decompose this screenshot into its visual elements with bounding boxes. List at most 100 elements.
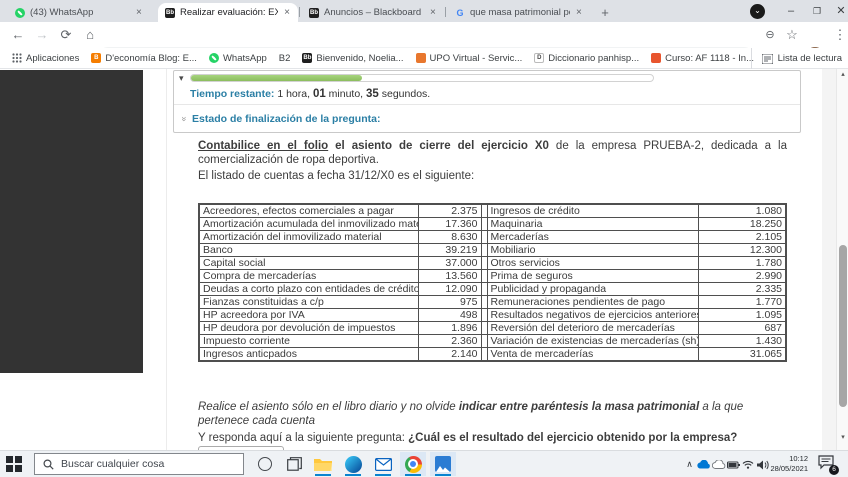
start-button[interactable] (6, 456, 22, 472)
cortana-button[interactable] (258, 457, 272, 471)
photos-button[interactable] (430, 452, 456, 476)
account-name-cell: Variación de existencias de mercaderías … (487, 335, 698, 348)
account-name-cell: Compra de mercaderías (199, 270, 418, 283)
final-question-prefix: Y responda aquí a la siguiente pregunta: (198, 432, 408, 444)
chrome-menu-icon[interactable]: ⋮ (830, 25, 848, 45)
apps-shortcut[interactable]: Aplicaciones (8, 51, 83, 66)
time-hours: 1 hora, (274, 88, 313, 100)
notification-center-button[interactable]: 6 (818, 455, 836, 473)
mail-button[interactable] (370, 452, 396, 476)
new-tab-button[interactable]: + (596, 4, 614, 22)
reading-list-button[interactable]: Lista de lectura (751, 48, 842, 69)
date-text: 28/05/2021 (764, 464, 808, 474)
time-progress-bar (190, 74, 654, 82)
account-name-cell: Mercaderías (487, 231, 698, 244)
account-value-cell: 2.360 (418, 335, 481, 348)
tab-close-icon[interactable]: × (575, 7, 583, 18)
account-value-cell: 2.140 (418, 348, 481, 362)
tray-expand-icon[interactable]: ∧ (682, 459, 697, 470)
time-remaining: Tiempo restante: 1 hora, 01 minuto, 35 s… (190, 88, 430, 100)
account-value-cell: 12.300 (698, 244, 786, 257)
bookmark-whatsapp[interactable]: WhatsApp (205, 51, 271, 66)
account-name-cell: Maquinaria (487, 218, 698, 231)
apps-grid-icon (12, 53, 22, 63)
onedrive-icon[interactable] (697, 460, 712, 469)
time-remaining-label: Tiempo restante: (190, 88, 274, 100)
account-value-cell: 498 (418, 309, 481, 322)
table-row: Amortización acumulada del inmovilizado … (199, 218, 786, 231)
table-row: Deudas a corto plazo con entidades de cr… (199, 283, 786, 296)
window-minimize-button[interactable]: – (778, 0, 804, 22)
forward-icon[interactable]: → (32, 25, 52, 45)
bookmark-deconomia[interactable]: B D'economía Blog: E... (87, 51, 201, 66)
page-content: ▾ Tiempo restante: 1 hora, 01 minuto, 35… (0, 69, 848, 450)
account-value-cell: 17.360 (418, 218, 481, 231)
account-name-cell: Amortización del inmovilizado material (199, 231, 418, 244)
chrome-update-icon[interactable]: ⌄ (750, 4, 765, 19)
window-close-button[interactable]: ✕ (828, 0, 848, 22)
search-icon (43, 459, 54, 470)
tab-close-icon[interactable]: × (135, 7, 143, 18)
collapse-triangle-icon[interactable]: ▾ (179, 73, 184, 84)
time-progress-fill (191, 75, 362, 81)
course-menu-collapsed-sidebar[interactable] (0, 70, 143, 373)
time-seconds-word: segundos. (379, 88, 430, 100)
scroll-up-icon[interactable]: ▴ (837, 70, 848, 78)
statement-bold-underline: Contabilice en el folio (198, 140, 328, 152)
bookmark-label: Curso: AF 1118 - In... (665, 53, 754, 64)
instruction-note: Realice el asiento sólo en el libro diar… (198, 400, 787, 428)
bookmark-curso[interactable]: Curso: AF 1118 - In... (647, 51, 758, 66)
zoom-icon[interactable]: ⊖ (760, 25, 780, 45)
tab-close-icon[interactable]: × (429, 7, 437, 18)
tab-exam[interactable]: Bb Realizar evaluación: EXAMEN FIN × (158, 3, 298, 22)
task-view-button[interactable] (287, 457, 302, 471)
account-value-cell: 2.990 (698, 270, 786, 283)
tab-label: Realizar evaluación: EXAMEN FIN (180, 7, 278, 18)
system-tray: ∧ (682, 451, 772, 477)
taskbar-clock[interactable]: 10:12 28/05/2021 (764, 454, 808, 474)
tab-google-search[interactable]: G que masa patrimonial pertenece × (448, 3, 590, 22)
wifi-icon[interactable] (742, 460, 757, 469)
bookmark-label: D'economía Blog: E... (105, 53, 197, 64)
task-view-icon (287, 457, 302, 471)
blackboard-icon: Bb (165, 8, 175, 18)
bookmark-label: Bienvenido, Noelia... (316, 53, 403, 64)
cloud-status-icon[interactable] (712, 460, 727, 469)
bookmark-b2[interactable]: B2 (275, 51, 295, 66)
table-row: Compra de mercaderías13.560Prima de segu… (199, 270, 786, 283)
account-value-cell: 1.095 (698, 309, 786, 322)
account-value-cell: 39.219 (418, 244, 481, 257)
question-status-toggle[interactable]: » Estado de finalización de la pregunta: (182, 113, 380, 125)
bookmarks-bar: Aplicaciones B D'economía Blog: E... Wha… (0, 48, 848, 69)
account-value-cell: 1.770 (698, 296, 786, 309)
chrome-button[interactable] (400, 452, 426, 476)
table-row: Acreedores, efectos comerciales a pagar2… (199, 204, 786, 218)
home-icon[interactable]: ⌂ (80, 25, 100, 45)
account-value-cell: 18.250 (698, 218, 786, 231)
scroll-down-icon[interactable]: ▾ (837, 433, 848, 441)
account-name-cell: Ingresos anticpados (199, 348, 418, 362)
account-value-cell: 1.080 (698, 204, 786, 218)
window-restore-button[interactable]: ❐ (804, 0, 830, 22)
edge-icon (345, 456, 362, 473)
back-icon[interactable]: ← (8, 25, 28, 45)
edge-button[interactable] (340, 452, 366, 476)
reload-icon[interactable]: ⟳ (56, 25, 76, 45)
bookmark-diccionario[interactable]: D Diccionario panhisp... (530, 51, 643, 66)
tab-close-icon[interactable]: × (283, 7, 291, 18)
battery-icon[interactable] (727, 461, 742, 469)
upo-icon (416, 53, 426, 63)
account-name-cell: Otros servicios (487, 257, 698, 270)
tab-anuncios[interactable]: Bb Anuncios – Blackboard Learn × (302, 3, 444, 22)
reading-list-label: Lista de lectura (778, 53, 842, 64)
bookmark-star-icon[interactable]: ☆ (782, 25, 802, 45)
taskbar-search-input[interactable]: Buscar cualquier cosa (34, 453, 244, 475)
file-explorer-button[interactable] (310, 452, 336, 476)
tab-whatsapp[interactable]: (43) WhatsApp × (8, 3, 154, 22)
bookmark-bienvenido[interactable]: Bb Bienvenido, Noelia... (298, 51, 407, 66)
vertical-scrollbar[interactable]: ▴ ▾ (836, 69, 848, 450)
bookmark-upo-virtual[interactable]: UPO Virtual - Servic... (412, 51, 527, 66)
whatsapp-icon (209, 53, 219, 63)
account-value-cell: 12.090 (418, 283, 481, 296)
scrollbar-thumb[interactable] (839, 245, 847, 407)
